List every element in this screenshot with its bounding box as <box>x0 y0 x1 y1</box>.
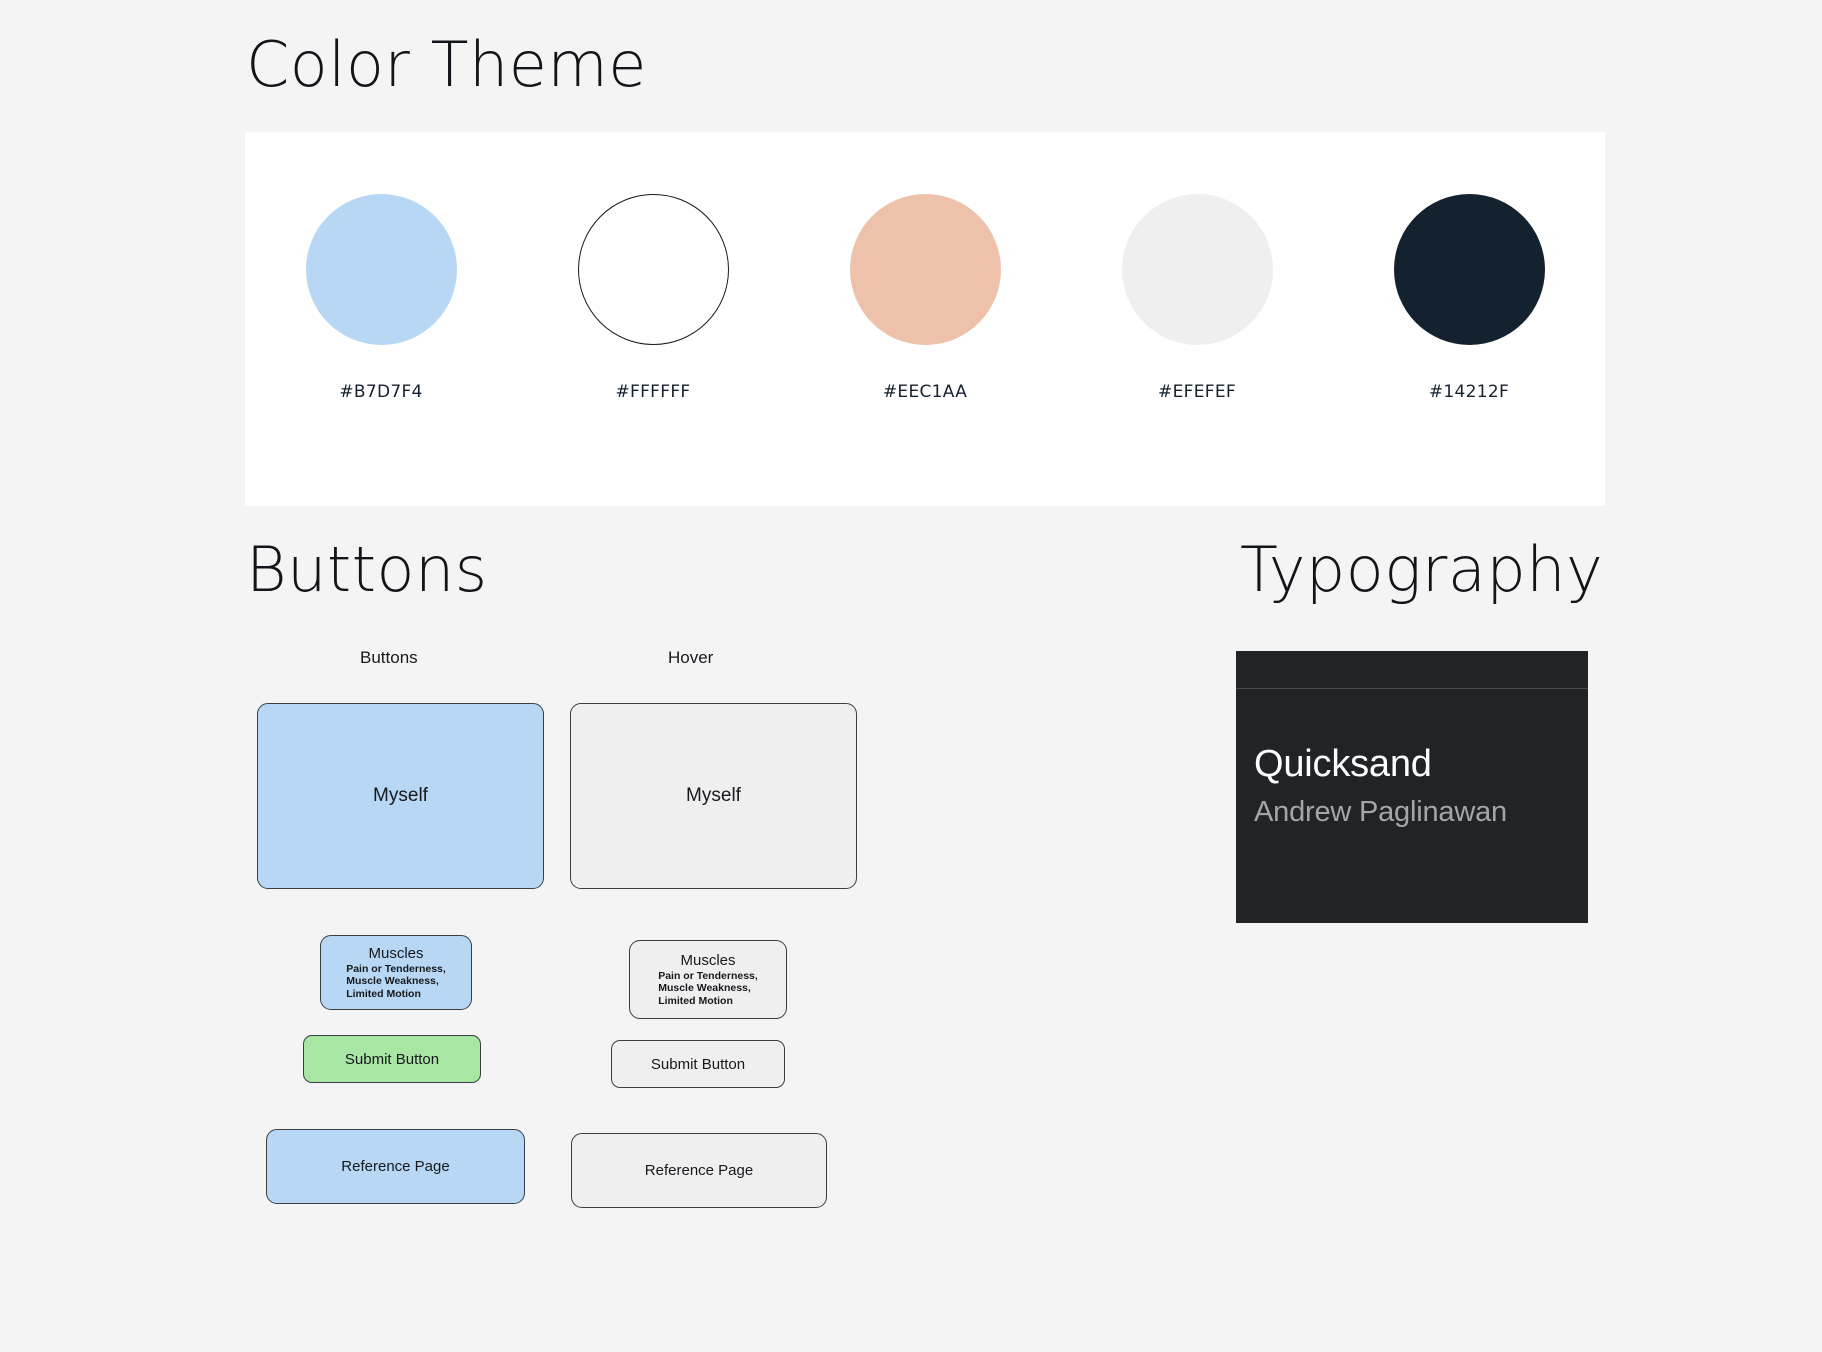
page-title-typography: Typography <box>1240 533 1604 606</box>
column-label-hover: Hover <box>668 648 714 667</box>
typography-specimen-card: Quicksand Andrew Paglinawan <box>1236 651 1588 923</box>
myself-button-default[interactable]: Myself <box>257 703 544 889</box>
muscles-button-hover[interactable]: Muscles Pain or Tenderness, Muscle Weakn… <box>629 940 787 1019</box>
submit-button-label: Submit Button <box>650 1055 746 1073</box>
submit-button-label: Submit Button <box>344 1050 440 1068</box>
submit-button-default[interactable]: Submit Button <box>303 1035 481 1083</box>
typography-card-topbar <box>1236 651 1588 689</box>
muscles-button-title: Muscles <box>680 951 736 969</box>
muscles-button-subtitle: Pain or Tenderness, Muscle Weakness, Lim… <box>658 969 758 1007</box>
muscles-button-subtitle: Pain or Tenderness, Muscle Weakness, Lim… <box>346 962 446 1000</box>
typography-card-body: Quicksand Andrew Paglinawan <box>1236 689 1588 831</box>
column-label-default: Buttons <box>360 648 418 667</box>
reference-page-button-default[interactable]: Reference Page <box>266 1129 525 1204</box>
myself-button-label: Myself <box>373 785 428 806</box>
submit-button-hover[interactable]: Submit Button <box>611 1040 785 1088</box>
muscles-button-title: Muscles <box>368 944 424 962</box>
myself-button-label: Myself <box>686 785 741 806</box>
typeface-name: Quicksand <box>1254 743 1432 785</box>
reference-page-button-label: Reference Page <box>341 1158 450 1175</box>
muscles-button-default[interactable]: Muscles Pain or Tenderness, Muscle Weakn… <box>320 935 472 1010</box>
myself-button-hover[interactable]: Myself <box>570 703 857 889</box>
typeface-designer: Andrew Paglinawan <box>1254 796 1507 828</box>
reference-page-button-hover[interactable]: Reference Page <box>571 1133 827 1208</box>
reference-page-button-label: Reference Page <box>644 1162 754 1179</box>
